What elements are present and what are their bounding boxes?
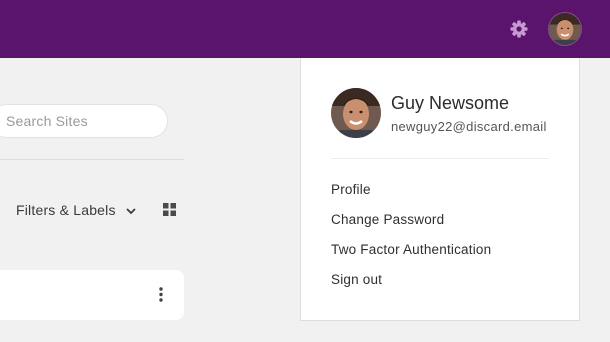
filters-labels-dropdown[interactable]: Filters & Labels (16, 202, 136, 220)
site-card[interactable] (0, 270, 184, 320)
top-bar (0, 0, 610, 58)
menu-item-change-password[interactable]: Change Password (331, 212, 444, 227)
user-avatar-button[interactable] (549, 13, 581, 45)
user-menu-dropdown: Guy Newsome newguy22@discard.email Profi… (300, 58, 580, 321)
search-input[interactable] (6, 105, 156, 137)
menu-item-two-factor-authentication[interactable]: Two Factor Authentication (331, 242, 491, 257)
user-name: Guy Newsome (391, 93, 510, 113)
menu-divider (331, 158, 549, 159)
search-field[interactable] (0, 104, 168, 138)
menu-item-profile[interactable]: Profile (331, 182, 371, 197)
gear-icon[interactable] (509, 19, 529, 39)
avatar-image (549, 13, 581, 45)
user-avatar (331, 88, 381, 138)
filters-label: Filters & Labels (16, 202, 116, 218)
more-vertical-icon[interactable] (158, 284, 164, 304)
divider (0, 159, 184, 160)
grid-view-icon[interactable] (163, 203, 176, 216)
chevron-down-icon (126, 208, 136, 215)
menu-item-sign-out[interactable]: Sign out (331, 272, 382, 287)
avatar-image (331, 88, 381, 138)
user-email: newguy22@discard.email (391, 119, 547, 134)
